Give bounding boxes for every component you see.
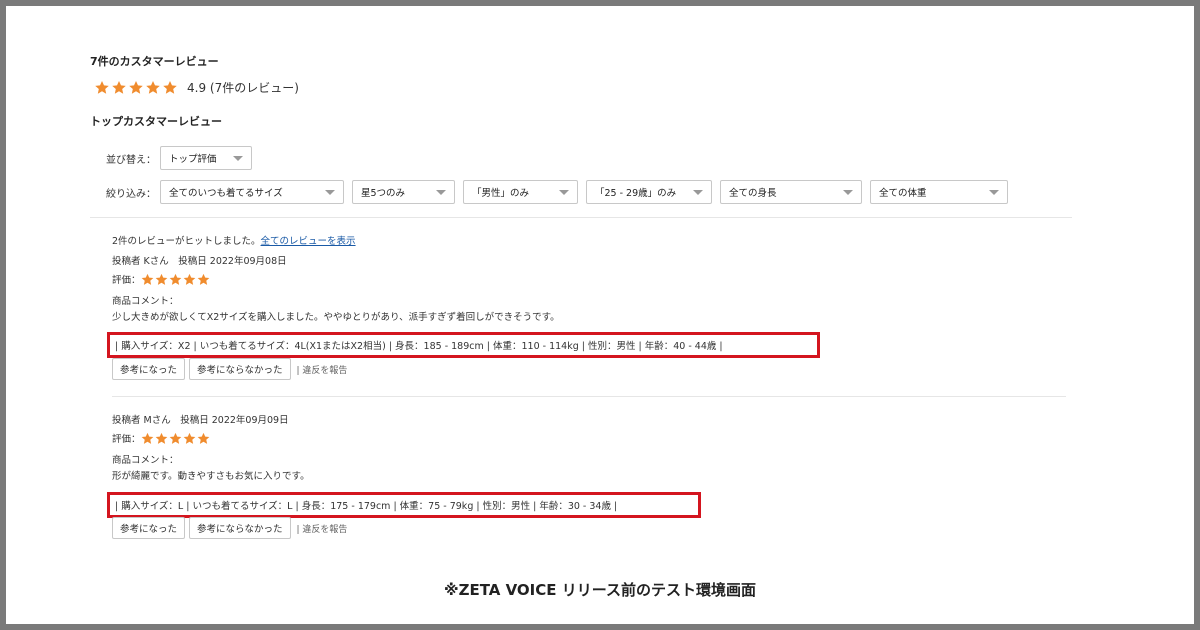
star-icon	[169, 432, 181, 444]
rating-label: 評価：	[112, 275, 141, 286]
sort-label: 並び替え：	[106, 154, 156, 166]
star-icon	[155, 432, 167, 444]
not-helpful-button[interactable]: 参考にならなかった	[189, 358, 291, 380]
star-icon	[197, 273, 209, 285]
sort-row: 並び替え： トップ評価	[106, 146, 260, 170]
summary-stars	[94, 80, 179, 95]
filter-select-value: 全てのいつも着てるサイズ	[169, 188, 283, 199]
filter-select-value: 「男性」のみ	[472, 188, 530, 199]
filter-star-select[interactable]: 星5つのみ	[352, 180, 455, 204]
chevron-down-icon	[843, 189, 853, 195]
divider	[90, 217, 1072, 218]
chevron-down-icon	[325, 189, 335, 195]
reviewer-attributes: | 購入サイズ：X2 | いつも着てるサイズ：4L(X1またはX2相当) | 身…	[115, 341, 723, 352]
chevron-down-icon	[693, 189, 703, 195]
reviews-count-title: 7件のカスタマーレビュー	[90, 55, 219, 68]
review-meta: 投稿者 Kさん 投稿日 2022年09月08日	[112, 256, 287, 267]
filter-row: 絞り込み： 全てのいつも着てるサイズ 星5つのみ 「男性」のみ 「25 - 29…	[106, 180, 1016, 204]
star-icon	[163, 80, 177, 94]
chevron-down-icon	[989, 189, 999, 195]
star-icon	[169, 273, 181, 285]
filter-select-value: 「25 - 29歳」のみ	[595, 188, 677, 199]
chevron-down-icon	[436, 189, 446, 195]
screenshot-frame: 7件のカスタマーレビュー 4.9 (7件のレビュー) トップカスタマーレビュー …	[6, 6, 1194, 624]
report-link[interactable]: | 違反を報告	[297, 522, 348, 535]
rating-summary: 4.9 (7件のレビュー)	[94, 79, 299, 96]
show-all-reviews-link[interactable]: 全てのレビューを表示	[261, 236, 356, 247]
reviewer-attributes: | 購入サイズ：L | いつも着てるサイズ：L | 身長：175 - 179cm…	[115, 501, 618, 512]
divider	[112, 396, 1066, 397]
filter-label: 絞り込み：	[106, 188, 156, 200]
not-helpful-button[interactable]: 参考にならなかった	[189, 517, 291, 539]
helpful-button[interactable]: 参考になった	[112, 517, 186, 539]
star-icon	[183, 273, 195, 285]
star-icon	[155, 273, 167, 285]
star-icon	[183, 432, 195, 444]
filter-select-value: 全ての体重	[879, 188, 927, 199]
review-rating: 評価：	[112, 431, 211, 445]
helpful-button[interactable]: 参考になった	[112, 358, 186, 380]
review-rating: 評価：	[112, 272, 211, 286]
review-comment: 少し大きめが欲しくてX2サイズを購入しました。ややゆとりがあり、派手すぎず着回し…	[112, 312, 560, 323]
comment-label: 商品コメント：	[112, 455, 179, 466]
star-icon	[197, 432, 209, 444]
filter-select-value: 星5つのみ	[361, 188, 406, 199]
star-icon	[95, 80, 109, 94]
star-icon	[146, 80, 160, 94]
sort-select[interactable]: トップ評価	[160, 146, 252, 170]
filter-usual-size-select[interactable]: 全てのいつも着てるサイズ	[160, 180, 344, 204]
comment-label: 商品コメント：	[112, 296, 179, 307]
review-meta: 投稿者 Mさん 投稿日 2022年09月09日	[112, 415, 289, 426]
filter-gender-select[interactable]: 「男性」のみ	[463, 180, 578, 204]
average-score: 4.9 (7件のレビュー)	[187, 81, 299, 95]
star-icon	[112, 80, 126, 94]
review-comment: 形が綺麗です。動きやすさもお気に入りです。	[112, 471, 310, 482]
top-reviews-title: トップカスタマーレビュー	[90, 115, 222, 128]
report-link[interactable]: | 違反を報告	[297, 363, 348, 376]
hit-count: 2件のレビューがヒットしました。全てのレビューを表示	[112, 233, 356, 247]
sort-select-value: トップ評価	[169, 154, 217, 165]
review-stars	[141, 273, 211, 286]
screenshot-caption: ※ZETA VOICE リリース前のテスト環境画面	[443, 581, 756, 599]
filter-age-select[interactable]: 「25 - 29歳」のみ	[586, 180, 712, 204]
review-actions: 参考になった 参考にならなかった | 違反を報告	[112, 517, 347, 539]
chevron-down-icon	[233, 155, 243, 161]
star-icon	[141, 273, 153, 285]
hit-count-text: 2件のレビューがヒットしました。	[112, 236, 261, 247]
filter-select-value: 全ての身長	[729, 188, 777, 199]
chevron-down-icon	[559, 189, 569, 195]
review-stars	[141, 432, 211, 445]
filter-height-select[interactable]: 全ての身長	[720, 180, 862, 204]
star-icon	[129, 80, 143, 94]
reviewer-attributes-highlight: | 購入サイズ：X2 | いつも着てるサイズ：4L(X1またはX2相当) | 身…	[107, 332, 820, 358]
reviewer-attributes-highlight: | 購入サイズ：L | いつも着てるサイズ：L | 身長：175 - 179cm…	[107, 492, 701, 518]
star-icon	[141, 432, 153, 444]
review-actions: 参考になった 参考にならなかった | 違反を報告	[112, 358, 347, 380]
filter-weight-select[interactable]: 全ての体重	[870, 180, 1008, 204]
rating-label: 評価：	[112, 434, 141, 445]
